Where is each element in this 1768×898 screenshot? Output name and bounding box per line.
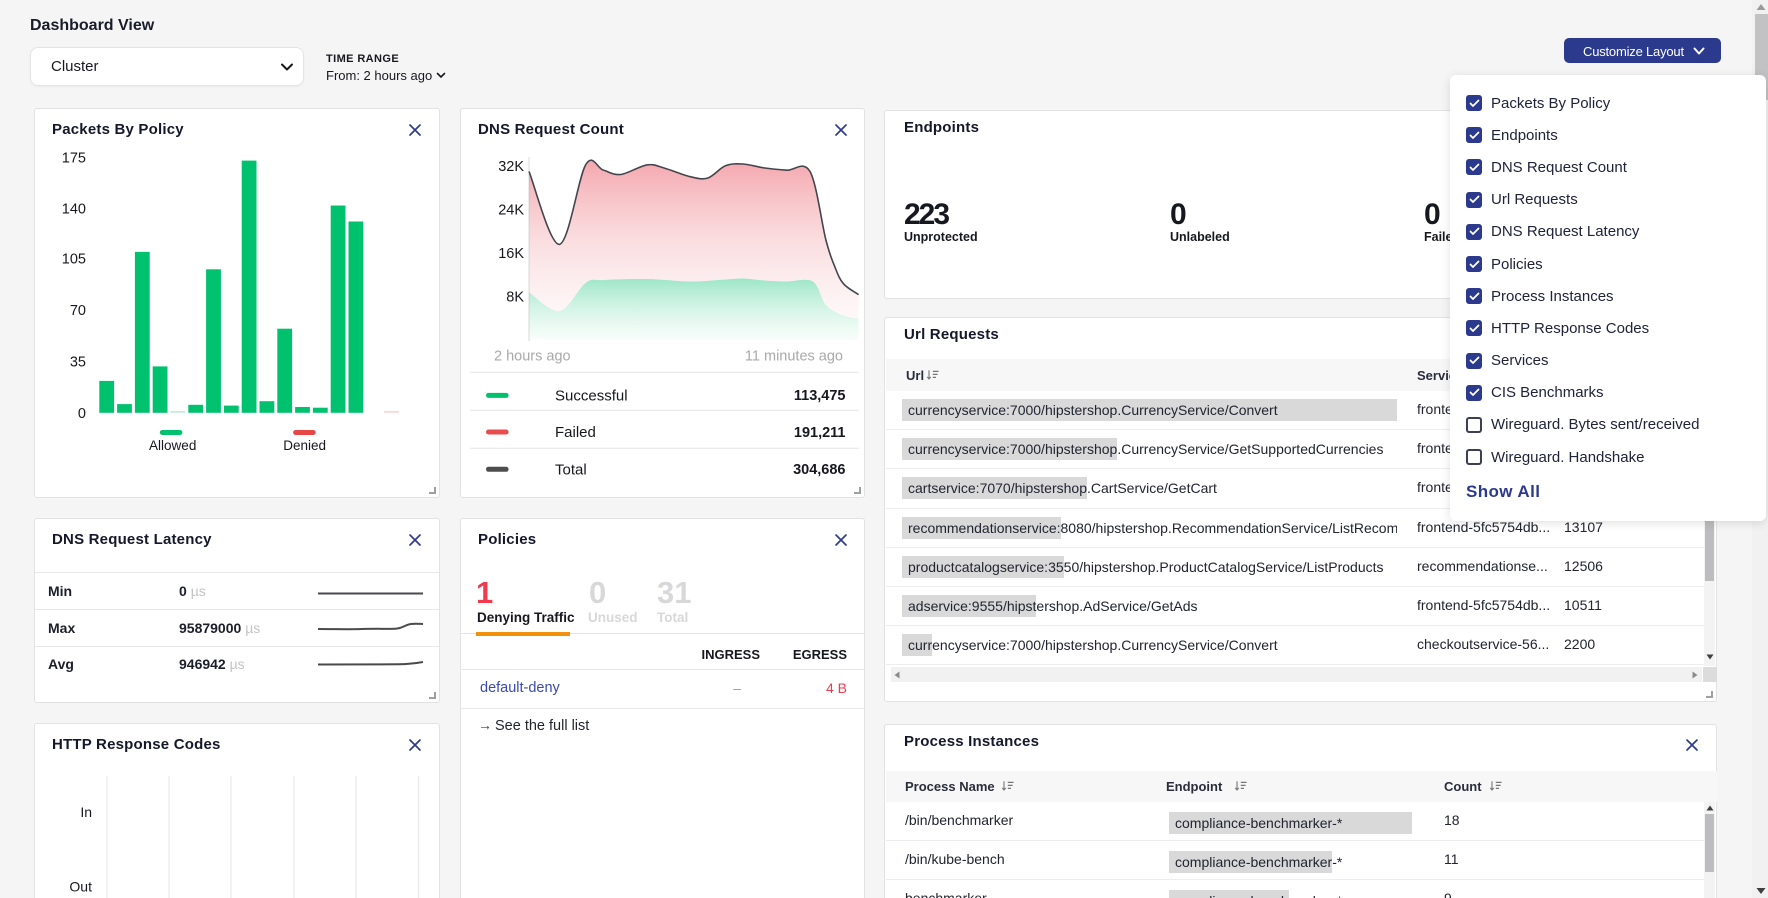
- svg-text:191,211: 191,211: [794, 425, 846, 441]
- svg-text:140: 140: [62, 202, 86, 218]
- svg-text:Out: Out: [69, 879, 92, 895]
- svg-text:105: 105: [62, 252, 86, 268]
- svg-text:Denied: Denied: [283, 438, 326, 453]
- svg-text:2 hours ago: 2 hours ago: [494, 349, 571, 365]
- svg-text:16K: 16K: [498, 246, 524, 262]
- svg-text:Successful: Successful: [555, 387, 628, 404]
- svg-text:70: 70: [70, 303, 86, 319]
- svg-text:175: 175: [62, 151, 86, 167]
- svg-text:In: In: [80, 804, 92, 820]
- svg-text:Allowed: Allowed: [149, 438, 196, 453]
- svg-text:35: 35: [70, 355, 86, 371]
- svg-text:8K: 8K: [506, 290, 524, 306]
- svg-text:113,475: 113,475: [794, 388, 846, 404]
- svg-text:32K: 32K: [498, 159, 524, 175]
- svg-text:24K: 24K: [498, 203, 524, 219]
- svg-text:0: 0: [78, 406, 86, 422]
- svg-text:Failed: Failed: [555, 424, 596, 441]
- svg-text:304,686: 304,686: [793, 462, 845, 478]
- svg-text:Total: Total: [555, 461, 587, 478]
- svg-text:11 minutes ago: 11 minutes ago: [745, 349, 843, 365]
